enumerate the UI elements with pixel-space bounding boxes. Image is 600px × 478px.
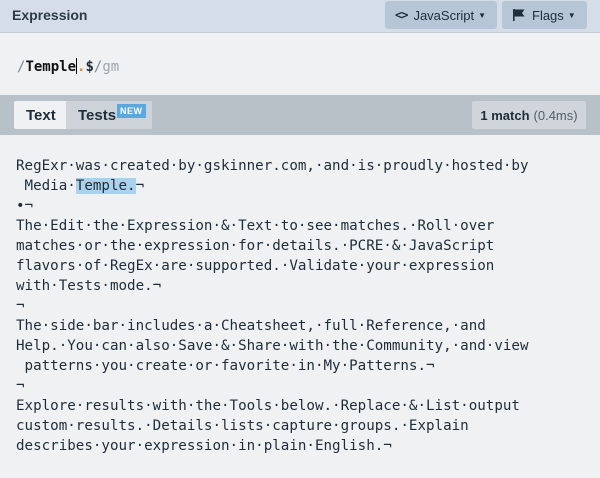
expression-input[interactable]: /Temple.$/gm bbox=[17, 58, 119, 76]
text-line: with·Tests·mode.¬ bbox=[16, 278, 162, 294]
expression-title: Expression bbox=[12, 7, 88, 23]
text-line: Help.·You·can·also·Save·&·Share·with·the… bbox=[16, 338, 529, 354]
text-line: •¬ bbox=[16, 198, 34, 214]
expression-anchor: $ bbox=[85, 59, 94, 75]
language-button[interactable]: <> JavaScript ▼ bbox=[385, 1, 497, 29]
chevron-down-icon: ▼ bbox=[567, 10, 576, 20]
chevron-down-icon: ▼ bbox=[478, 10, 487, 20]
expression-editor[interactable]: /Temple.$/gm bbox=[0, 33, 600, 95]
match-highlight[interactable]: Temple. bbox=[75, 178, 136, 194]
text-line: The·Edit·the·Expression·&·Text·to·see·ma… bbox=[16, 218, 495, 234]
expression-flags[interactable]: gm bbox=[102, 59, 119, 75]
match-count: 1 match bbox=[480, 107, 530, 123]
language-label: JavaScript bbox=[413, 7, 475, 23]
flag-icon bbox=[513, 9, 525, 21]
match-time: (0.4ms) bbox=[533, 107, 578, 123]
code-icon: <> bbox=[395, 8, 408, 22]
text-line: custom·results.·Details·lists·capture·gr… bbox=[16, 418, 469, 434]
text-line: ¬ bbox=[16, 298, 25, 314]
text-line: describes·your·expression·in·plain·Engli… bbox=[16, 438, 392, 454]
text-line: matches·or·the·expression·for·details.·P… bbox=[16, 238, 495, 254]
text-line: patterns·you·create·or·favorite·in·My·Pa… bbox=[16, 358, 435, 374]
expression-header: Expression <> JavaScript ▼ Flags ▼ bbox=[0, 0, 600, 33]
flags-label: Flags bbox=[532, 7, 564, 23]
flags-button[interactable]: Flags ▼ bbox=[502, 1, 587, 29]
text-line: Explore·results·with·the·Tools·below.·Re… bbox=[16, 398, 520, 414]
text-line: Media·Temple.¬ bbox=[16, 178, 145, 194]
text-line: RegExr·was·created·by·gskinner.com,·and·… bbox=[16, 158, 529, 174]
expression-literal: Temple bbox=[25, 59, 77, 75]
test-text-area[interactable]: RegExr·was·created·by·gskinner.com,·and·… bbox=[0, 135, 600, 478]
new-badge: NEW bbox=[117, 104, 146, 118]
tab-text[interactable]: Text bbox=[14, 101, 66, 129]
match-count-badge: 1 match (0.4ms) bbox=[472, 101, 586, 129]
text-line: The·side·bar·includes·a·Cheatsheet,·full… bbox=[16, 318, 486, 334]
text-line: flavors·of·RegEx·are·supported.·Validate… bbox=[16, 258, 495, 274]
text-line: ¬ bbox=[16, 378, 25, 394]
